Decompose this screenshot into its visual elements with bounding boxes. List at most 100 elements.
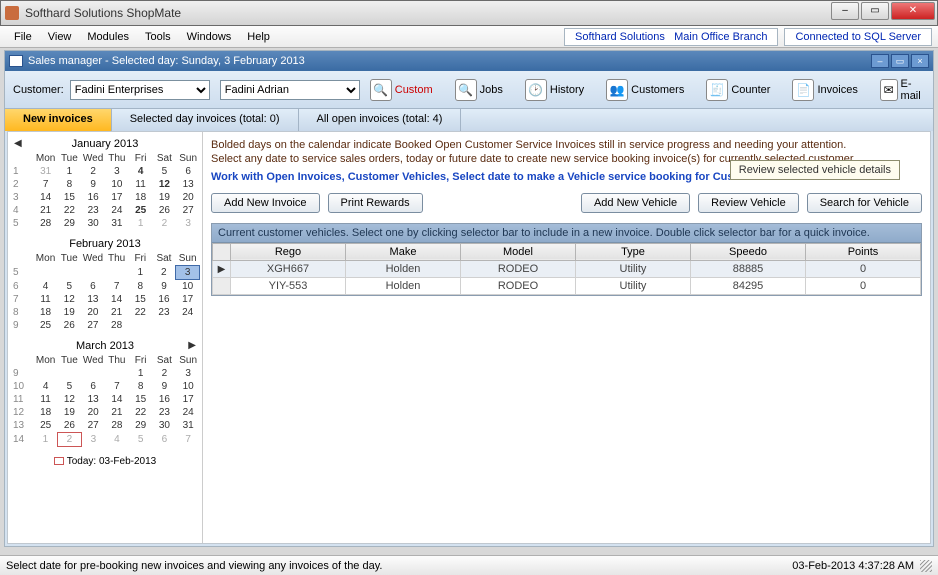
calendar-day[interactable]: 23 bbox=[153, 406, 177, 419]
menu-modules[interactable]: Modules bbox=[79, 29, 137, 45]
calendar-day[interactable]: 31 bbox=[105, 217, 129, 230]
calendar-day[interactable]: 10 bbox=[176, 280, 200, 294]
calendar-day[interactable]: 22 bbox=[58, 204, 82, 217]
maximize-button[interactable]: ▭ bbox=[861, 2, 889, 20]
calendar-day[interactable]: 3 bbox=[81, 433, 105, 447]
cal-next-button[interactable]: ▶ bbox=[188, 340, 196, 351]
calendar-day[interactable]: 1 bbox=[129, 217, 153, 230]
panel-minimize-button[interactable]: – bbox=[871, 54, 889, 68]
tab-new-invoices[interactable]: New invoices bbox=[5, 109, 112, 131]
calendar-day[interactable]: 22 bbox=[128, 306, 152, 319]
calendar-day[interactable]: 4 bbox=[34, 280, 58, 294]
calendar-day[interactable]: 2 bbox=[58, 433, 82, 447]
calendar-day[interactable]: 26 bbox=[57, 319, 81, 332]
calendar-day[interactable]: 9 bbox=[152, 280, 176, 294]
search-for-vehicle-button[interactable]: Search for Vehicle bbox=[807, 193, 922, 213]
calendar-day[interactable]: 28 bbox=[105, 419, 129, 433]
calendar-day[interactable]: 1 bbox=[128, 266, 152, 280]
calendar-day[interactable]: 2 bbox=[153, 217, 177, 230]
custom-tool-button[interactable]: 🔍Custom bbox=[370, 78, 433, 102]
calendar-day[interactable]: 16 bbox=[153, 393, 177, 406]
column-header[interactable]: Speedo bbox=[691, 243, 806, 260]
table-row[interactable]: YIY-553HoldenRODEOUtility842950 bbox=[213, 277, 921, 294]
menu-windows[interactable]: Windows bbox=[179, 29, 240, 45]
calendar-day[interactable]: 8 bbox=[129, 380, 153, 393]
calendar-day[interactable]: 9 bbox=[153, 380, 177, 393]
close-button[interactable]: ✕ bbox=[891, 2, 935, 20]
customers-tool-button[interactable]: 👥Customers bbox=[606, 78, 684, 102]
calendar-day[interactable]: 5 bbox=[58, 380, 82, 393]
review-vehicle-button[interactable]: Review Vehicle bbox=[698, 193, 799, 213]
calendar-day[interactable]: 28 bbox=[105, 319, 129, 332]
column-header[interactable]: Model bbox=[461, 243, 576, 260]
calendar-day[interactable]: 10 bbox=[105, 178, 129, 191]
calendar-day[interactable]: 28 bbox=[34, 217, 58, 230]
menu-help[interactable]: Help bbox=[239, 29, 278, 45]
calendar-day[interactable]: 6 bbox=[153, 433, 177, 447]
calendar-day[interactable]: 2 bbox=[153, 367, 177, 380]
email-tool-button[interactable]: ✉E-mail bbox=[880, 78, 925, 102]
calendar-day[interactable]: 3 bbox=[176, 367, 200, 380]
column-header[interactable]: Make bbox=[346, 243, 461, 260]
calendar-day[interactable]: 31 bbox=[34, 165, 58, 178]
counter-tool-button[interactable]: 🧾Counter bbox=[706, 78, 770, 102]
calendar-day[interactable]: 16 bbox=[81, 191, 105, 204]
calendar-day[interactable]: 3 bbox=[176, 217, 200, 230]
calendar-day[interactable]: 14 bbox=[105, 293, 129, 306]
calendar-day[interactable]: 6 bbox=[81, 280, 105, 294]
calendar-day[interactable]: 12 bbox=[57, 293, 81, 306]
history-tool-button[interactable]: 🕑History bbox=[525, 78, 584, 102]
calendar-day[interactable]: 7 bbox=[105, 380, 129, 393]
calendar-day[interactable]: 29 bbox=[58, 217, 82, 230]
calendar-day[interactable]: 1 bbox=[58, 165, 82, 178]
calendar-day[interactable]: 25 bbox=[34, 419, 58, 433]
calendar-day[interactable]: 20 bbox=[81, 306, 105, 319]
calendar-day[interactable]: 11 bbox=[34, 293, 58, 306]
jobs-tool-button[interactable]: 🔍Jobs bbox=[455, 78, 503, 102]
add-new-invoice-button[interactable]: Add New Invoice bbox=[211, 193, 320, 213]
calendar-day[interactable]: 14 bbox=[34, 191, 58, 204]
calendar-day[interactable]: 13 bbox=[81, 293, 105, 306]
tab-all-open-invoices[interactable]: All open invoices (total: 4) bbox=[299, 109, 462, 131]
invoices-tool-button[interactable]: 📄Invoices bbox=[792, 78, 857, 102]
calendar-today-link[interactable]: Today: 03-Feb-2013 bbox=[10, 453, 200, 467]
calendar-day[interactable]: 25 bbox=[34, 319, 58, 332]
calendar-day[interactable]: 20 bbox=[176, 191, 200, 204]
calendar-day[interactable]: 19 bbox=[153, 191, 177, 204]
menu-view[interactable]: View bbox=[40, 29, 80, 45]
calendar-day[interactable]: 17 bbox=[176, 393, 200, 406]
tab-selected-day-invoices[interactable]: Selected day invoices (total: 0) bbox=[112, 109, 299, 131]
column-header[interactable]: Points bbox=[806, 243, 921, 260]
calendar-day[interactable]: 11 bbox=[34, 393, 58, 406]
calendar-day[interactable]: 18 bbox=[129, 191, 153, 204]
calendar-day[interactable]: 15 bbox=[58, 191, 82, 204]
calendar-day[interactable]: 25 bbox=[129, 204, 153, 217]
calendar-day[interactable]: 19 bbox=[58, 406, 82, 419]
calendar-day[interactable]: 24 bbox=[105, 204, 129, 217]
calendar-day[interactable]: 12 bbox=[153, 178, 177, 191]
calendar-day[interactable]: 26 bbox=[153, 204, 177, 217]
add-new-vehicle-button[interactable]: Add New Vehicle bbox=[581, 193, 690, 213]
calendar-day[interactable]: 7 bbox=[105, 280, 129, 294]
print-rewards-button[interactable]: Print Rewards bbox=[328, 193, 423, 213]
calendar-day[interactable]: 21 bbox=[105, 406, 129, 419]
calendar-day[interactable]: 13 bbox=[176, 178, 200, 191]
calendar-day[interactable]: 18 bbox=[34, 306, 58, 319]
calendar-day[interactable]: 15 bbox=[128, 293, 152, 306]
calendar-day[interactable]: 19 bbox=[57, 306, 81, 319]
calendar-day[interactable]: 5 bbox=[57, 280, 81, 294]
calendar-day[interactable]: 15 bbox=[129, 393, 153, 406]
calendar-day[interactable]: 11 bbox=[129, 178, 153, 191]
calendar-day[interactable]: 1 bbox=[34, 433, 58, 447]
calendar-day[interactable]: 7 bbox=[176, 433, 200, 447]
contact-select[interactable]: Fadini Adrian bbox=[220, 80, 360, 100]
calendar-day[interactable]: 3 bbox=[176, 266, 200, 280]
calendar-day[interactable]: 4 bbox=[105, 433, 129, 447]
panel-maximize-button[interactable]: ▭ bbox=[891, 54, 909, 68]
calendar-day[interactable]: 5 bbox=[153, 165, 177, 178]
calendar-day[interactable]: 12 bbox=[58, 393, 82, 406]
calendar-day[interactable]: 17 bbox=[105, 191, 129, 204]
calendar-day[interactable]: 6 bbox=[81, 380, 105, 393]
menu-file[interactable]: File bbox=[6, 29, 40, 45]
calendar-day[interactable]: 21 bbox=[105, 306, 129, 319]
